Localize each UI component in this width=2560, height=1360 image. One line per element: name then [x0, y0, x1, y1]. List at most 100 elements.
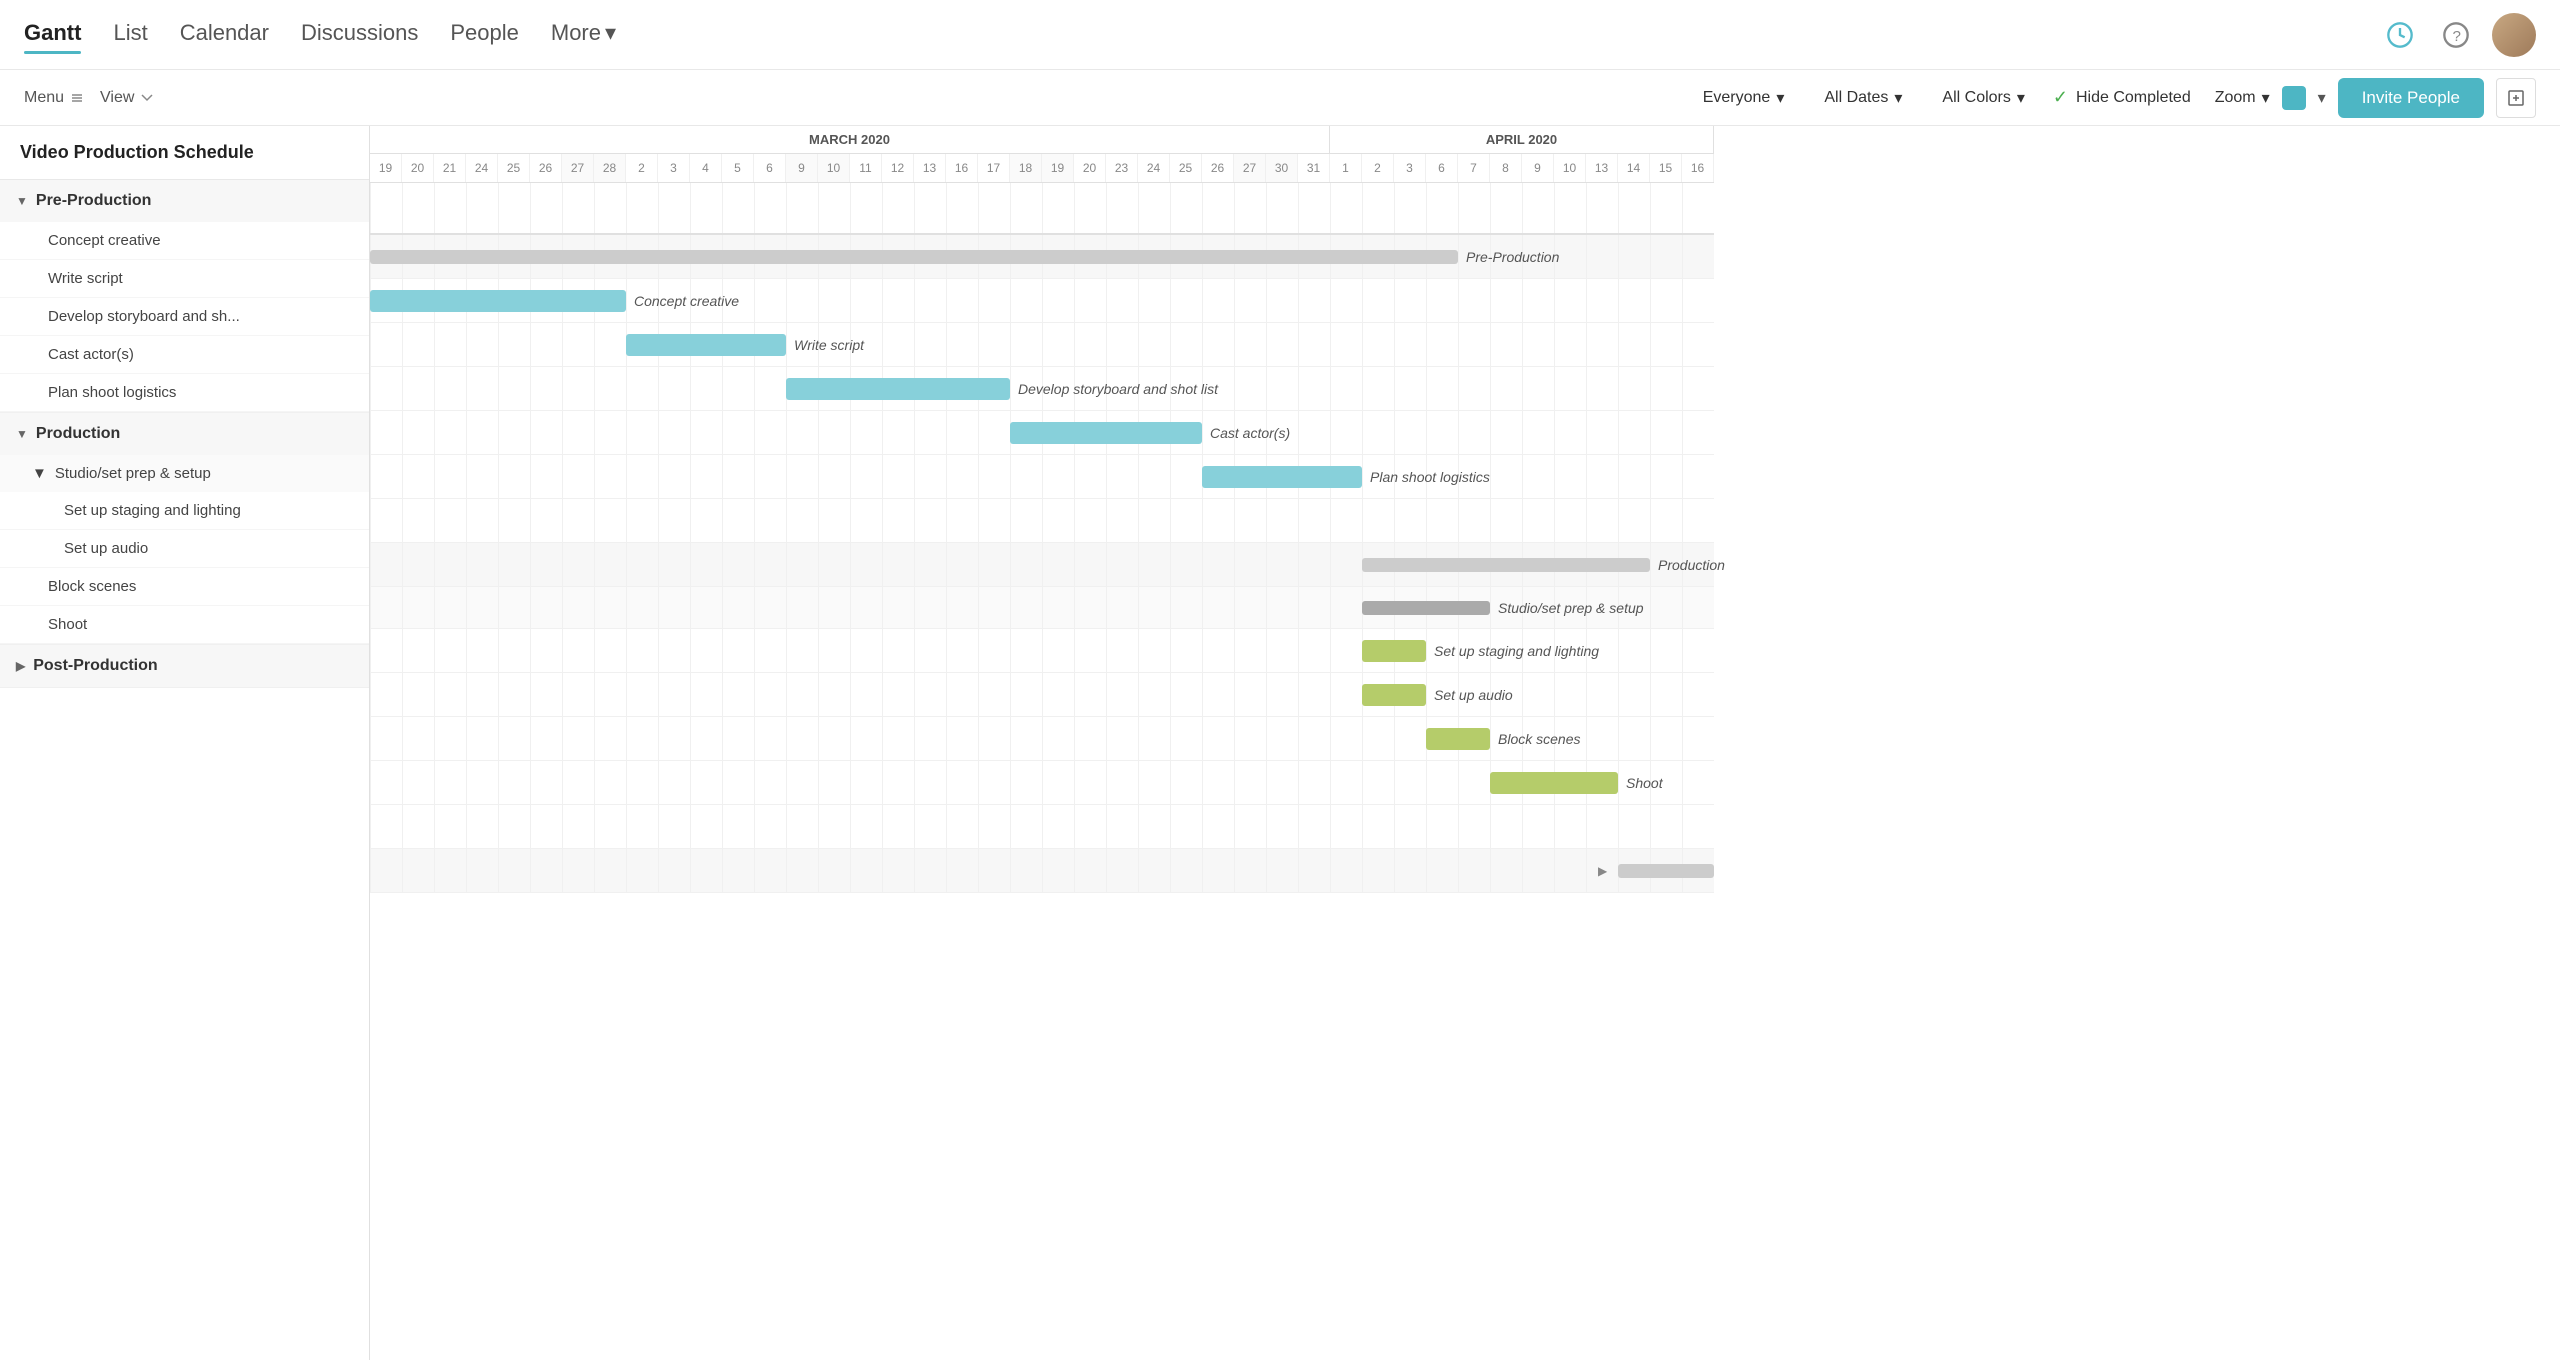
task-shoot[interactable]: Shoot [0, 606, 369, 644]
task-concept-creative[interactable]: Concept creative [0, 222, 369, 260]
day-cell: 30 [1266, 154, 1298, 182]
tab-people[interactable]: People [450, 20, 519, 50]
tab-more[interactable]: More ▾ [551, 20, 616, 50]
everyone-filter[interactable]: Everyone ▾ [1691, 82, 1797, 114]
day-cell: 13 [914, 154, 946, 182]
gantt-bar-label: Write script [794, 337, 864, 353]
gantt-row [370, 499, 1714, 543]
toolbar: Menu View Everyone ▾ All Dates ▾ All Col… [0, 70, 2560, 126]
gantt-rows: Pre-ProductionConcept creativeWrite scri… [370, 183, 1714, 893]
day-cell: 26 [1202, 154, 1234, 182]
day-cell: 5 [722, 154, 754, 182]
day-cell: 17 [978, 154, 1010, 182]
day-cell: 26 [530, 154, 562, 182]
gantt-row: ▶ [370, 849, 1714, 893]
gantt-row: Block scenes [370, 717, 1714, 761]
day-cell: 7 [1458, 154, 1490, 182]
invite-people-button[interactable]: Invite People [2338, 78, 2484, 118]
day-cell: 9 [1522, 154, 1554, 182]
task-write-script[interactable]: Write script [0, 260, 369, 298]
post-production-group: ▶ Post-Production [0, 645, 369, 688]
gantt-bar[interactable] [1202, 466, 1362, 488]
main-content: Video Production Schedule ▼ Pre-Producti… [0, 126, 2560, 1360]
day-cell: 10 [818, 154, 850, 182]
gantt-bar[interactable] [1010, 422, 1202, 444]
gantt-inner: MARCH 2020APRIL 202019202124252627282345… [370, 126, 1714, 893]
swatch-chevron[interactable]: ▾ [2318, 88, 2326, 108]
gantt-bar-label: Cast actor(s) [1210, 425, 1290, 441]
gantt-bar-label: Studio/set prep & setup [1498, 600, 1644, 616]
task-develop-storyboard[interactable]: Develop storyboard and sh... [0, 298, 369, 336]
task-staging-lighting[interactable]: Set up staging and lighting [0, 492, 369, 530]
gantt-bar[interactable] [1490, 772, 1618, 794]
color-swatch[interactable] [2282, 86, 2306, 110]
toolbar-center: Everyone ▾ All Dates ▾ All Colors ▾ ✓ Hi… [1691, 82, 2191, 114]
day-cell: 2 [626, 154, 658, 182]
gantt-area[interactable]: MARCH 2020APRIL 202019202124252627282345… [370, 126, 2560, 1360]
pre-production-header[interactable]: ▼ Pre-Production [0, 180, 369, 222]
nav-tabs: Gantt List Calendar Discussions People M… [24, 20, 2380, 50]
gantt-bar[interactable] [370, 250, 1458, 264]
post-production-header[interactable]: ▶ Post-Production [0, 645, 369, 687]
tab-calendar[interactable]: Calendar [180, 20, 269, 50]
history-icon[interactable] [2380, 15, 2420, 55]
task-audio[interactable]: Set up audio [0, 530, 369, 568]
toolbar-right: Zoom ▾ ▾ Invite People [2215, 78, 2536, 118]
day-cell: 3 [658, 154, 690, 182]
chevron-down-icon: ▾ [2318, 88, 2326, 108]
gantt-bar-label: Block scenes [1498, 731, 1580, 747]
pre-production-group: ▼ Pre-Production Concept creative Write … [0, 180, 369, 413]
task-list: Video Production Schedule ▼ Pre-Producti… [0, 126, 370, 1360]
gantt-bar[interactable] [1618, 864, 1714, 878]
gantt-bar[interactable] [1362, 684, 1426, 706]
gantt-bar[interactable] [1362, 640, 1426, 662]
day-cell: 11 [850, 154, 882, 182]
day-cell: 9 [786, 154, 818, 182]
production-group: ▼ Production ▼ Studio/set prep & setup S… [0, 413, 369, 645]
gantt-bar[interactable] [370, 290, 626, 312]
gantt-row: Plan shoot logistics [370, 455, 1714, 499]
task-plan-shoot[interactable]: Plan shoot logistics [0, 374, 369, 412]
gantt-bar[interactable] [1362, 558, 1650, 572]
help-icon[interactable]: ? [2436, 15, 2476, 55]
day-cell: 20 [402, 154, 434, 182]
tab-list[interactable]: List [113, 20, 147, 50]
day-cell: 25 [498, 154, 530, 182]
production-header[interactable]: ▼ Production [0, 413, 369, 455]
gantt-bar-label: Plan shoot logistics [1370, 469, 1490, 485]
studio-setup-header[interactable]: ▼ Studio/set prep & setup [0, 455, 369, 492]
day-cell: 31 [1298, 154, 1330, 182]
chevron-down-icon: ▾ [2262, 88, 2270, 108]
expand-arrow[interactable]: ▶ [1598, 864, 1607, 878]
all-colors-filter[interactable]: All Colors ▾ [1930, 82, 2037, 114]
all-dates-filter[interactable]: All Dates ▾ [1812, 82, 1914, 114]
gantt-bar[interactable] [1426, 728, 1490, 750]
gantt-bar[interactable] [626, 334, 786, 356]
hide-completed-toggle[interactable]: ✓ Hide Completed [2053, 87, 2191, 108]
view-button[interactable]: View [100, 89, 154, 107]
tab-gantt[interactable]: Gantt [24, 20, 81, 50]
day-cell: 23 [1106, 154, 1138, 182]
day-cell: 16 [1682, 154, 1714, 182]
project-title: Video Production Schedule [20, 142, 349, 163]
task-cast-actors[interactable]: Cast actor(s) [0, 336, 369, 374]
toolbar-left: Menu View [24, 89, 154, 107]
gantt-bar[interactable] [1362, 601, 1490, 615]
chevron-down-icon: ▾ [1894, 88, 1902, 108]
avatar[interactable] [2492, 13, 2536, 57]
march-header: MARCH 2020 [370, 126, 1330, 153]
menu-button[interactable]: Menu [24, 89, 84, 107]
task-block-scenes[interactable]: Block scenes [0, 568, 369, 606]
export-button[interactable] [2496, 78, 2536, 118]
gantt-bar[interactable] [786, 378, 1010, 400]
gantt-bar-label: Set up audio [1434, 687, 1513, 703]
gantt-bar-label: Develop storyboard and shot list [1018, 381, 1218, 397]
gantt-bar-label: Shoot [1626, 775, 1663, 791]
tab-discussions[interactable]: Discussions [301, 20, 418, 50]
chevron-down-icon: ▾ [605, 20, 616, 46]
day-cell: 20 [1074, 154, 1106, 182]
collapse-arrow: ▼ [16, 194, 28, 208]
zoom-control[interactable]: Zoom ▾ [2215, 88, 2270, 108]
svg-text:?: ? [2453, 27, 2461, 44]
gantt-row: Studio/set prep & setup [370, 587, 1714, 629]
